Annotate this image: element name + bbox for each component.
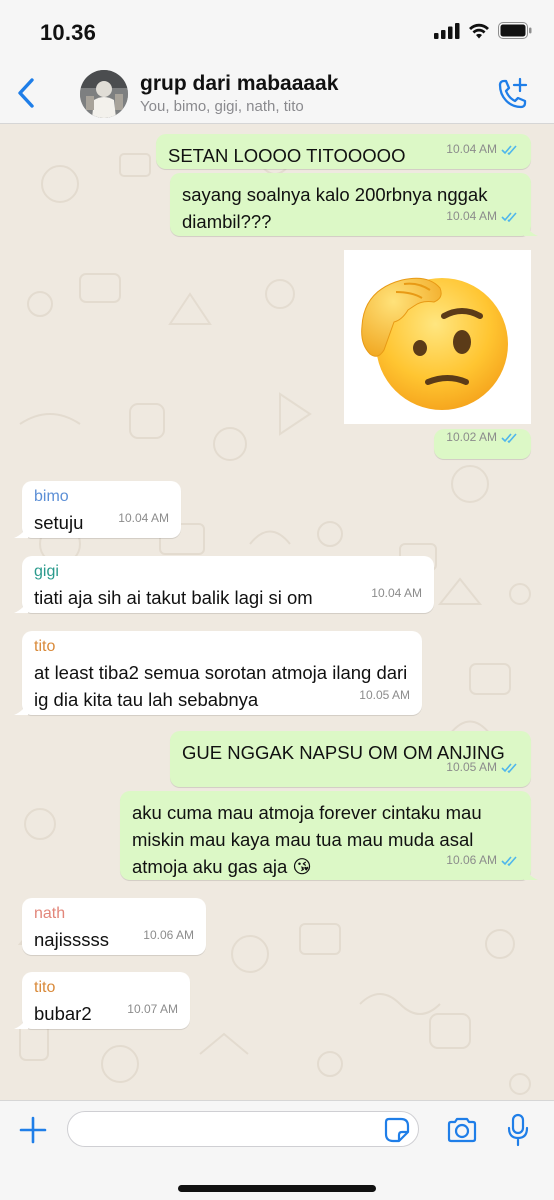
message-time: 10.04 AM [118, 511, 169, 525]
message-meta: 10.02 AM [446, 424, 519, 451]
message-time: 10.04 AM [446, 209, 497, 223]
message-time: 10.06 AM [143, 928, 194, 942]
message-bubble-outgoing[interactable]: GUE NGGAK NAPSU OM OM ANJING 10.05 AM [170, 731, 531, 787]
message-text: SETAN LOOOO TITOOOOO [168, 145, 406, 166]
microphone-icon[interactable] [506, 1113, 530, 1147]
message-bubble-incoming[interactable]: tito bubar2 10.07 AM [22, 972, 190, 1029]
message-bubble-incoming[interactable]: tito at least tiba2 semua sorotan atmoja… [22, 631, 422, 715]
sender-name[interactable]: gigi [34, 562, 422, 582]
bubble-tail [14, 524, 28, 538]
message-bubble-incoming[interactable]: nath najisssss 10.06 AM [22, 898, 206, 955]
sticker-message[interactable] [344, 250, 531, 424]
message-text: bubar2 [34, 1003, 92, 1024]
message-time: 10.06 AM [446, 853, 497, 867]
sender-name[interactable]: tito [34, 637, 410, 657]
message-meta: 10.04 AM [371, 580, 422, 607]
bubble-tail [14, 1015, 28, 1029]
message-time: 10.04 AM [446, 142, 497, 156]
read-ticks-icon [501, 145, 517, 155]
message-bubble-incoming[interactable]: gigi tiati aja sih ai takut balik lagi s… [22, 556, 434, 613]
message-meta: 10.05 AM [446, 754, 519, 781]
home-indicator [178, 1185, 376, 1192]
message-meta: 10.04 AM [118, 505, 169, 532]
status-bar: 10.36 [0, 0, 554, 62]
sticker-time-badge: 10.02 AM [434, 429, 531, 459]
camera-icon[interactable] [446, 1116, 478, 1144]
read-ticks-icon [501, 433, 517, 443]
status-icons [434, 22, 532, 39]
read-ticks-icon [501, 856, 517, 866]
group-title[interactable]: grup dari mabaaaak [140, 72, 338, 96]
group-members[interactable]: You, bimo, gigi, nath, tito [140, 98, 304, 115]
chat-area[interactable]: SETAN LOOOO TITOOOOO 10.04 AM sayang soa… [0, 124, 554, 1100]
message-meta: 10.05 AM [359, 682, 410, 709]
bubble-tail [14, 701, 28, 715]
battery-icon [498, 22, 532, 39]
message-time: 10.04 AM [371, 586, 422, 600]
message-text: tiati aja sih ai takut balik lagi si om [34, 587, 313, 608]
message-meta: 10.04 AM [446, 136, 519, 163]
message-text: aku cuma mau atmoja forever cintaku mau … [132, 802, 482, 877]
message-text: najisssss [34, 929, 110, 950]
bubble-tail [524, 222, 538, 236]
read-ticks-icon [501, 212, 517, 222]
message-bubble-outgoing[interactable]: aku cuma mau atmoja forever cintaku mau … [120, 791, 531, 880]
message-bubble-outgoing[interactable]: SETAN LOOOO TITOOOOO 10.04 AM [156, 134, 531, 169]
message-bubble-outgoing[interactable]: sayang soalnya kalo 200rbnya nggak diamb… [170, 173, 531, 236]
face-with-hand-on-head-sticker [361, 277, 508, 410]
message-time: 10.05 AM [359, 688, 410, 702]
status-time: 10.36 [40, 20, 97, 45]
message-time: 10.02 AM [446, 430, 497, 444]
message-meta: 10.06 AM [143, 922, 194, 949]
sender-name[interactable]: bimo [34, 487, 169, 507]
composer-bar [0, 1100, 554, 1200]
add-call-icon[interactable] [494, 76, 528, 112]
message-time: 10.07 AM [127, 1002, 178, 1016]
message-bubble-incoming[interactable]: bimo setuju 10.04 AM [22, 481, 181, 538]
message-meta: 10.06 AM [446, 847, 519, 874]
message-text: at least tiba2 semua sorotan atmoja ilan… [34, 662, 408, 710]
message-meta: 10.04 AM [446, 203, 519, 230]
bubble-tail [14, 599, 28, 613]
sender-name[interactable]: tito [34, 978, 178, 998]
message-text: sayang soalnya kalo 200rbnya nggak diamb… [182, 184, 488, 232]
signal-icon [434, 22, 460, 39]
bubble-tail [524, 866, 538, 880]
sticker-icon[interactable] [384, 1117, 410, 1143]
message-time: 10.05 AM [446, 760, 497, 774]
sender-name[interactable]: nath [34, 904, 194, 924]
group-avatar[interactable] [80, 70, 128, 118]
plus-icon[interactable] [18, 1115, 48, 1145]
read-ticks-icon [501, 763, 517, 773]
message-meta: 10.07 AM [127, 996, 178, 1023]
chat-header: grup dari mabaaaak You, bimo, gigi, nath… [0, 62, 554, 124]
message-input[interactable] [67, 1111, 419, 1147]
wifi-icon [469, 23, 489, 38]
back-chevron-icon[interactable] [12, 76, 42, 110]
message-text: setuju [34, 512, 84, 533]
